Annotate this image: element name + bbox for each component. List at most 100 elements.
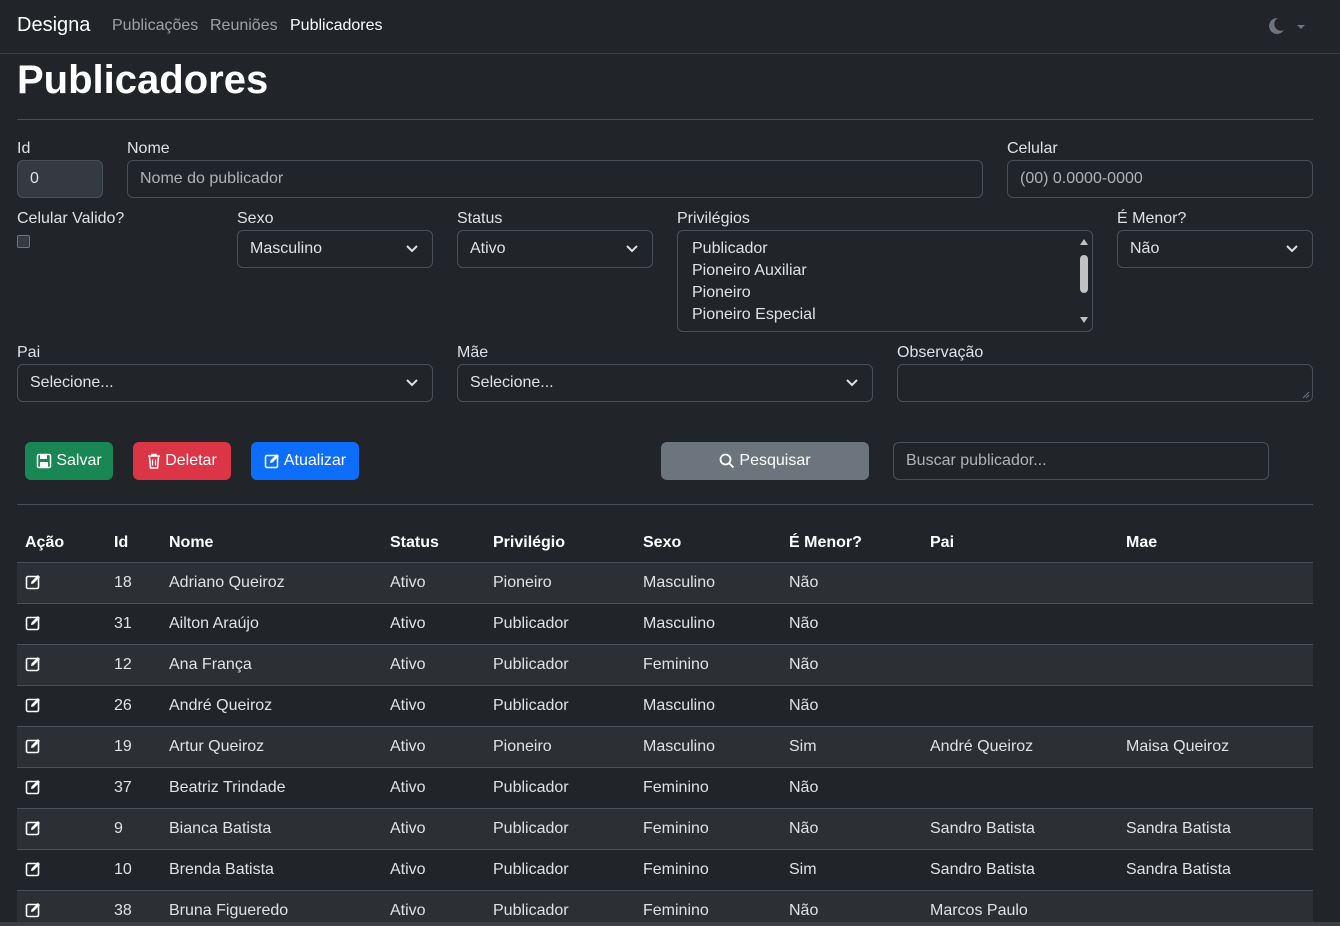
action-cell <box>17 849 106 891</box>
cell-status: Ativo <box>382 562 485 604</box>
theme-toggle[interactable] <box>1266 16 1306 38</box>
chevron-down-icon <box>846 379 858 387</box>
nome-input[interactable]: Nome do publicador <box>127 160 983 198</box>
nav-link-reunioes[interactable]: Reuniões <box>210 17 278 35</box>
action-cell <box>17 726 106 768</box>
mae-select[interactable]: Selecione... <box>457 364 873 402</box>
pai-value: Selecione... <box>30 374 114 391</box>
cell-pai <box>922 644 1118 686</box>
cell-sexo: Feminino <box>635 644 781 686</box>
cell-sexo: Feminino <box>635 890 781 926</box>
celular-valido-checkbox[interactable] <box>17 235 30 248</box>
scrollbar-thumb[interactable] <box>1080 255 1088 293</box>
cell-id: 10 <box>106 849 161 891</box>
cell-pai <box>922 562 1118 604</box>
scroll-down-arrow-icon[interactable] <box>1080 317 1088 323</box>
privilegio-option[interactable]: Publicador <box>692 240 768 258</box>
cell-id: 26 <box>106 685 161 727</box>
edit-icon[interactable] <box>25 820 41 836</box>
resize-grip-icon[interactable] <box>1302 391 1310 399</box>
delete-button[interactable]: Deletar <box>133 442 231 480</box>
table-row[interactable]: 12 Ana França Ativo Publicador Feminino Não <box>17 644 1313 686</box>
cell-privilegio: Publicador <box>485 808 635 850</box>
cell-nome: Ana França <box>161 644 382 686</box>
cell-pai: Sandro Batista <box>922 849 1118 891</box>
edit-icon[interactable] <box>25 902 41 918</box>
table-row[interactable]: 31 Ailton Araújo Ativo Publicador Masculino N… <box>17 603 1313 645</box>
cell-privilegio: Publicador <box>485 603 635 645</box>
publicadores-table: Ação Id Nome Status Privilégio Sexo É Me… <box>17 520 1313 926</box>
status-select[interactable]: Ativo <box>457 230 653 268</box>
cell-privilegio: Publicador <box>485 685 635 727</box>
cell-id: 12 <box>106 644 161 686</box>
cell-menor: Não <box>781 890 922 926</box>
id-label: Id <box>17 140 31 157</box>
table-row[interactable]: 9 Bianca Batista Ativo Publicador Feminino Nã… <box>17 808 1313 850</box>
edit-icon[interactable] <box>25 697 41 713</box>
privilegio-option[interactable]: Pioneiro Auxiliar <box>692 262 807 280</box>
nav-link-publicacoes[interactable]: Publicações <box>112 17 198 35</box>
cell-nome: Brenda Batista <box>161 849 382 891</box>
edit-icon[interactable] <box>25 574 41 590</box>
cell-sexo: Feminino <box>635 808 781 850</box>
sexo-select[interactable]: Masculino <box>237 230 433 268</box>
cell-sexo: Masculino <box>635 726 781 768</box>
cell-pai: André Queiroz <box>922 726 1118 768</box>
search-input[interactable]: Buscar publicador... <box>893 442 1269 480</box>
table-row[interactable]: 37 Beatriz Trindade Ativo Publicador Feminin… <box>17 767 1313 809</box>
observacao-label: Observação <box>897 344 984 361</box>
edit-icon[interactable] <box>25 615 41 631</box>
trash-icon <box>148 453 161 469</box>
observacao-textarea[interactable] <box>897 364 1313 402</box>
id-field[interactable]: 0 <box>17 160 103 198</box>
column-header-nome: Nome <box>161 520 382 563</box>
edit-icon[interactable] <box>25 861 41 877</box>
edit-icon[interactable] <box>25 656 41 672</box>
edit-icon[interactable] <box>25 779 41 795</box>
pai-select[interactable]: Selecione... <box>17 364 433 402</box>
brand[interactable]: Designa <box>17 14 90 37</box>
nav-link-publicadores[interactable]: Publicadores <box>290 17 383 35</box>
privilegio-option[interactable]: Pioneiro Especial <box>692 306 816 324</box>
cell-nome: Adriano Queiroz <box>161 562 382 604</box>
mae-value: Selecione... <box>470 374 554 391</box>
table-row[interactable]: 26 André Queiroz Ativo Publicador Masculino N… <box>17 685 1313 727</box>
table-row[interactable]: 10 Brenda Batista Ativo Publicador Feminino S… <box>17 849 1313 891</box>
column-header-mae: Mae <box>1118 520 1313 563</box>
action-cell <box>17 890 106 926</box>
cell-id: 9 <box>106 808 161 850</box>
update-button[interactable]: Atualizar <box>251 442 359 480</box>
table-row[interactable]: 19 Artur Queiroz Ativo Pioneiro Masculino Sim… <box>17 726 1313 768</box>
cell-status: Ativo <box>382 767 485 809</box>
action-cell <box>17 603 106 645</box>
menor-select[interactable]: Não <box>1117 230 1313 268</box>
cell-id: 38 <box>106 890 161 926</box>
cell-nome: Beatriz Trindade <box>161 767 382 809</box>
cell-menor: Não <box>781 603 922 645</box>
cell-nome: André Queiroz <box>161 685 382 727</box>
celular-input[interactable]: (00) 0.0000-0000 <box>1007 160 1313 198</box>
horizontal-scrollbar[interactable] <box>0 922 1340 926</box>
scroll-up-arrow-icon[interactable] <box>1080 239 1088 245</box>
cell-menor: Sim <box>781 726 922 768</box>
cell-privilegio: Publicador <box>485 767 635 809</box>
column-header-status: Status <box>382 520 485 563</box>
table-row[interactable]: 38 Bruna Figueredo Ativo Publicador Feminino… <box>17 890 1313 926</box>
column-header-sexo: Sexo <box>635 520 781 563</box>
column-header-id: Id <box>106 520 161 563</box>
column-header-acao: Ação <box>17 520 106 563</box>
cell-privilegio: Publicador <box>485 644 635 686</box>
privilegios-multiselect[interactable]: Publicador Pioneiro Auxiliar Pioneiro Pi… <box>677 230 1093 332</box>
cell-mae <box>1118 562 1313 604</box>
page-title: Publicadores <box>17 58 269 102</box>
table-row[interactable]: 18 Adriano Queiroz Ativo Pioneiro Masculino N… <box>17 562 1313 604</box>
privilegio-option[interactable]: Pioneiro <box>692 284 751 302</box>
cell-sexo: Masculino <box>635 562 781 604</box>
cell-id: 18 <box>106 562 161 604</box>
chevron-down-icon <box>406 245 418 253</box>
search-button[interactable]: Pesquisar <box>661 442 869 480</box>
edit-icon[interactable] <box>25 738 41 754</box>
cell-status: Ativo <box>382 849 485 891</box>
save-button[interactable]: Salvar <box>25 442 113 480</box>
cell-menor: Sim <box>781 849 922 891</box>
